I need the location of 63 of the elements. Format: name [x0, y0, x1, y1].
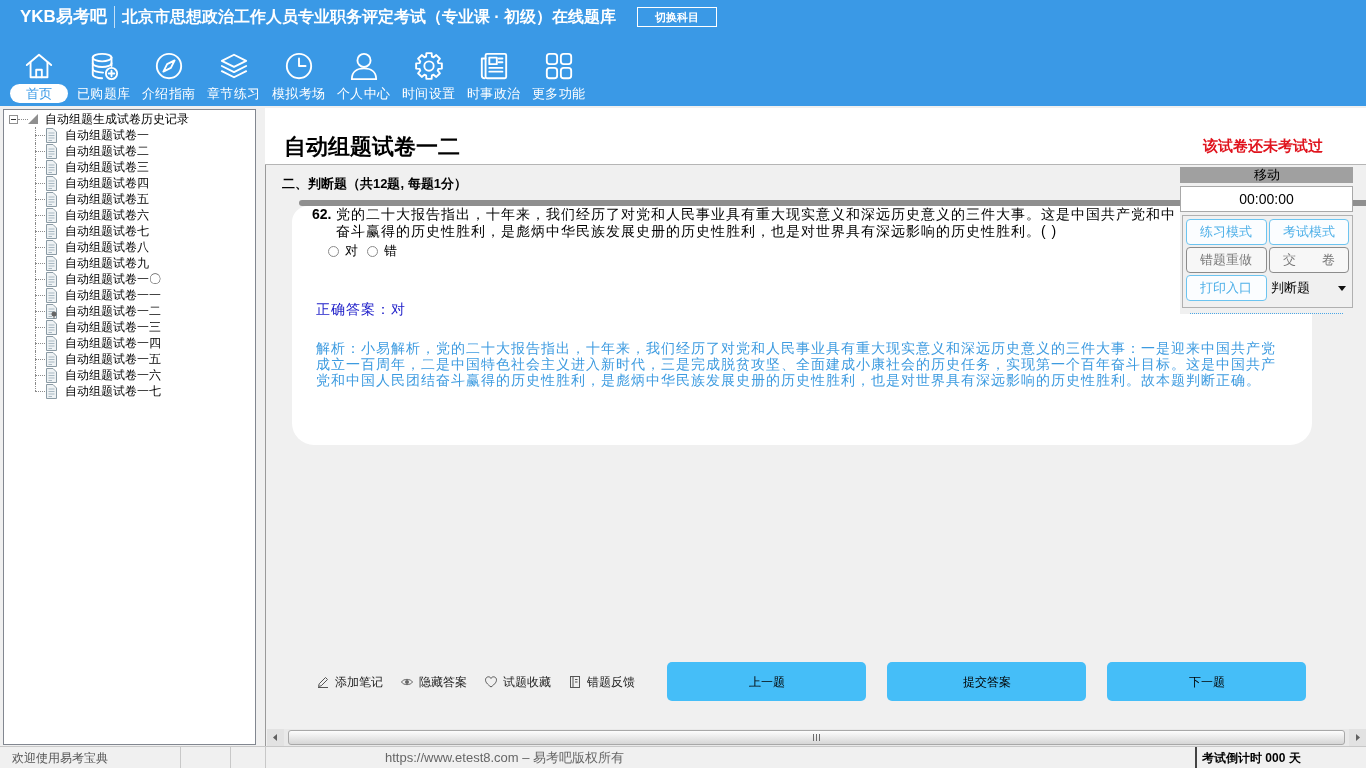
notebook-icon: [569, 675, 581, 688]
question-type-select[interactable]: 判断题: [1268, 275, 1349, 301]
panel-title-bar[interactable]: 移动: [1180, 167, 1353, 183]
radio-button[interactable]: [328, 245, 339, 257]
tree-item[interactable]: 自动组题试卷一三: [65, 319, 161, 335]
tree-item[interactable]: 自动组题试卷一六: [65, 367, 161, 383]
tree-item[interactable]: 自动组题试卷二: [65, 143, 149, 159]
tree-item[interactable]: 自动组题试卷六: [65, 207, 149, 223]
tree-item[interactable]: 自动组题试卷九: [65, 255, 149, 271]
option-label: 错: [384, 243, 397, 259]
tool-button[interactable]: 隐藏答案: [401, 672, 467, 691]
section-heading: 二、判断题（共12题, 每题1分）: [282, 176, 467, 192]
tree-root-item[interactable]: 自动组题生成试卷历史记录: [45, 111, 189, 127]
tree-item[interactable]: 自动组题试卷四: [65, 175, 149, 191]
tree-item[interactable]: 自动组题试卷五: [65, 191, 149, 207]
newspaper-icon[interactable]: [478, 51, 509, 81]
logo: YKB易考吧: [20, 7, 107, 27]
triangle-icon: [28, 114, 38, 124]
collapse-icon[interactable]: [9, 114, 18, 124]
grid-icon[interactable]: [543, 51, 574, 81]
question-text: 党的二十大报告指出，十年来，我们经历了对党和人民事业具有重大现实意义和深远历史意义的三件大事。这是中国共产党和中: [336, 206, 1176, 223]
tree-item[interactable]: 自动组题试卷一七: [65, 383, 161, 399]
answer-explanation: 解析：小易解析，党的二十大报告指出，十年来，我们经历了对党和人民事业具有重大现实意义和深远历史意义的三件大事：一是迎来中国共产党成立一百周年，二是中国特色社会主义进入新时代，三是完成脱贫攻坚、全面建成小康社会的历史任务，实现第一个百年奋斗目标。这是中国共产党和中国人民团结奋斗赢得的历史性胜利，是彪炳中华民族发展史册的历史性胜利，也是对世界具有深远影响的历史性胜利。故本题判断正确。: [316, 340, 1277, 388]
grip-icon: [813, 734, 820, 741]
tool-button[interactable]: 添加笔记: [317, 672, 383, 691]
tool-button[interactable]: 试题收藏: [485, 672, 551, 691]
tree-item[interactable]: 自动组题试卷七: [65, 223, 149, 239]
nav-button[interactable]: 下一题: [1107, 662, 1306, 701]
welcome-text: 欢迎使用易考宝典: [12, 749, 108, 767]
caret-icon: [1338, 285, 1346, 291]
nav-button[interactable]: 提交答案: [887, 662, 1086, 701]
tree-item[interactable]: 自动组题试卷一四: [65, 335, 161, 351]
timer-display: 00:00:00: [1180, 186, 1353, 212]
tree-item[interactable]: 自动组题试卷三: [65, 159, 149, 175]
tree-item[interactable]: 自动组题试卷一一: [65, 287, 161, 303]
nav-button[interactable]: 上一题: [667, 662, 866, 701]
clock-icon[interactable]: [283, 51, 314, 81]
tree-item[interactable]: 自动组题试卷八: [65, 239, 149, 255]
tree-item[interactable]: 自动组题试卷一〇: [65, 271, 161, 287]
compass-icon[interactable]: [153, 51, 184, 81]
home-icon[interactable]: [23, 51, 54, 81]
scroll-right-icon[interactable]: [1349, 729, 1366, 746]
paper-title: 自动组题试卷一二: [284, 133, 460, 161]
exam-countdown: 考试倒计时 000 天: [1202, 749, 1301, 767]
correct-answer: 正确答案：对: [316, 301, 406, 317]
tree-item[interactable]: 自动组题试卷一二: [65, 303, 161, 319]
layers-icon[interactable]: [218, 51, 249, 81]
app-title: 北京市思想政治工作人员专业职务评定考试（专业课 · 初级）在线题库: [121, 7, 617, 27]
scroll-left-icon[interactable]: [267, 729, 284, 746]
question-number: 62.: [312, 206, 333, 224]
copyright-text: https://www.etest8.com – 易考吧版权所有: [385, 748, 625, 767]
heart-icon: [485, 675, 497, 688]
pencil-icon: [317, 675, 329, 688]
tree-item[interactable]: 自动组题试卷一五: [65, 351, 161, 367]
question-text: 奋斗赢得的历史性胜利，是彪炳中华民族发展史册的历史性胜利，也是对世界具有深远影响的历史性胜利。( ): [336, 223, 1058, 240]
tree-item[interactable]: 自动组题试卷一: [65, 127, 149, 143]
person-icon[interactable]: [348, 51, 379, 81]
exam-status: 该试卷还未考试过: [1203, 136, 1323, 156]
radio-button[interactable]: [367, 245, 378, 257]
gear-icon[interactable]: [413, 51, 444, 81]
tool-button[interactable]: 错题反馈: [569, 672, 635, 691]
option-label: 对: [345, 243, 358, 259]
scrollbar-thumb[interactable]: [288, 730, 1345, 745]
